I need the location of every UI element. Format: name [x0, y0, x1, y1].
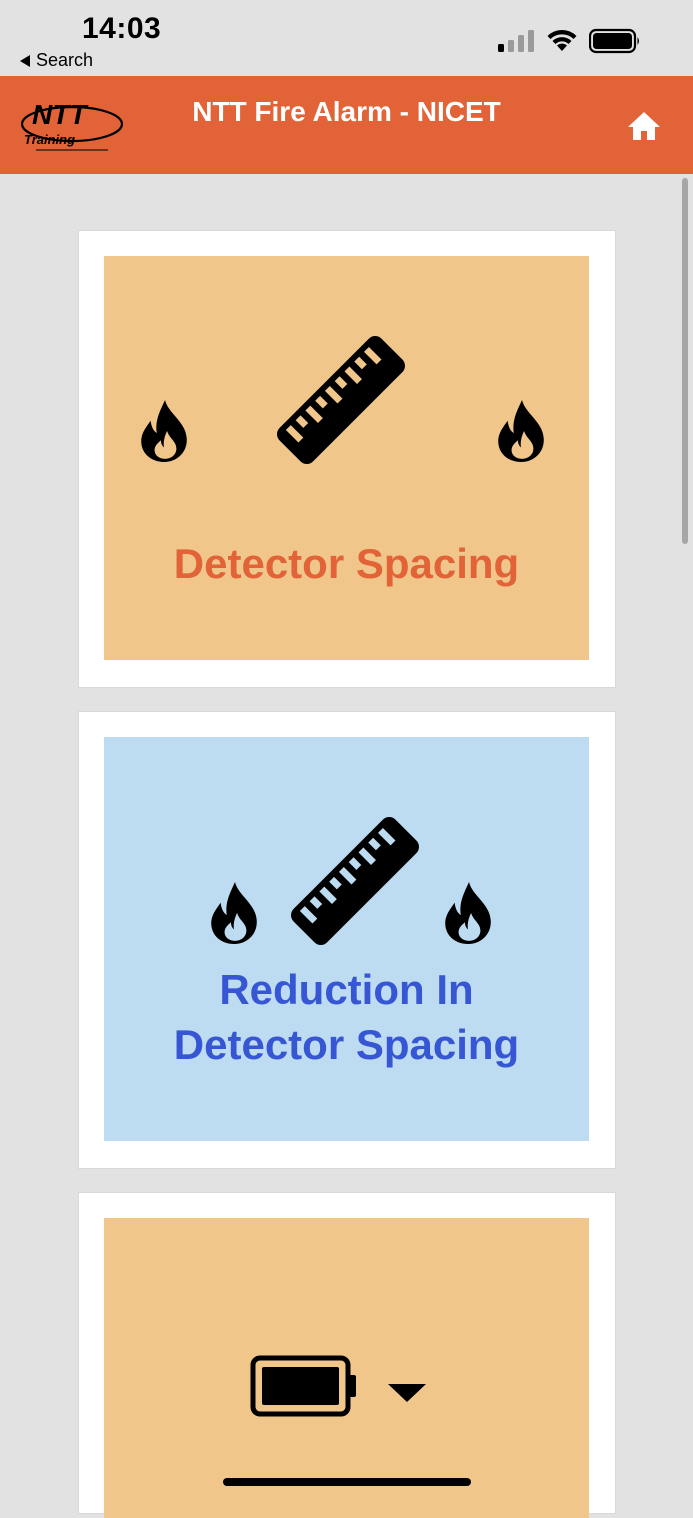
- back-to-search-link[interactable]: Search: [20, 50, 93, 71]
- svg-text:Training: Training: [24, 132, 75, 147]
- caret-down-icon[interactable]: [386, 1380, 428, 1406]
- back-arrow-icon: [20, 54, 30, 67]
- card-label-line1: Reduction In: [219, 966, 474, 1013]
- flame-icon: [138, 399, 190, 463]
- status-bar: 14:03 Search: [0, 0, 693, 76]
- reduction-detector-spacing-card[interactable]: Reduction In Detector Spacing: [79, 712, 615, 1168]
- card-panel: Detector Spacing: [104, 256, 589, 660]
- ruler-icon: [291, 817, 419, 945]
- card-panel: [104, 1218, 589, 1518]
- back-label: Search: [36, 50, 94, 70]
- status-time: 14:03: [82, 12, 162, 45]
- flame-icon: [442, 881, 494, 945]
- flame-icon: [208, 881, 260, 945]
- card-label-line2: Detector Spacing: [173, 1021, 520, 1068]
- cellular-signal-icon: [498, 30, 534, 52]
- card-label: Detector Spacing: [173, 540, 520, 587]
- app-title: NTT Fire Alarm - NICET: [192, 96, 501, 127]
- detector-spacing-card[interactable]: Detector Spacing: [79, 231, 615, 687]
- home-indicator: [223, 1478, 471, 1486]
- battery-status-icon: [589, 28, 639, 54]
- battery-card[interactable]: [79, 1193, 615, 1518]
- scrollbar[interactable]: [682, 178, 688, 544]
- wifi-icon: [547, 29, 577, 51]
- battery-icon: [250, 1355, 356, 1417]
- home-icon[interactable]: [626, 110, 662, 142]
- flame-icon: [495, 399, 547, 463]
- app-header: NTT Training NTT Fire Alarm - NICET: [0, 76, 693, 174]
- card-panel: Reduction In Detector Spacing: [104, 737, 589, 1141]
- ruler-icon: [277, 336, 405, 464]
